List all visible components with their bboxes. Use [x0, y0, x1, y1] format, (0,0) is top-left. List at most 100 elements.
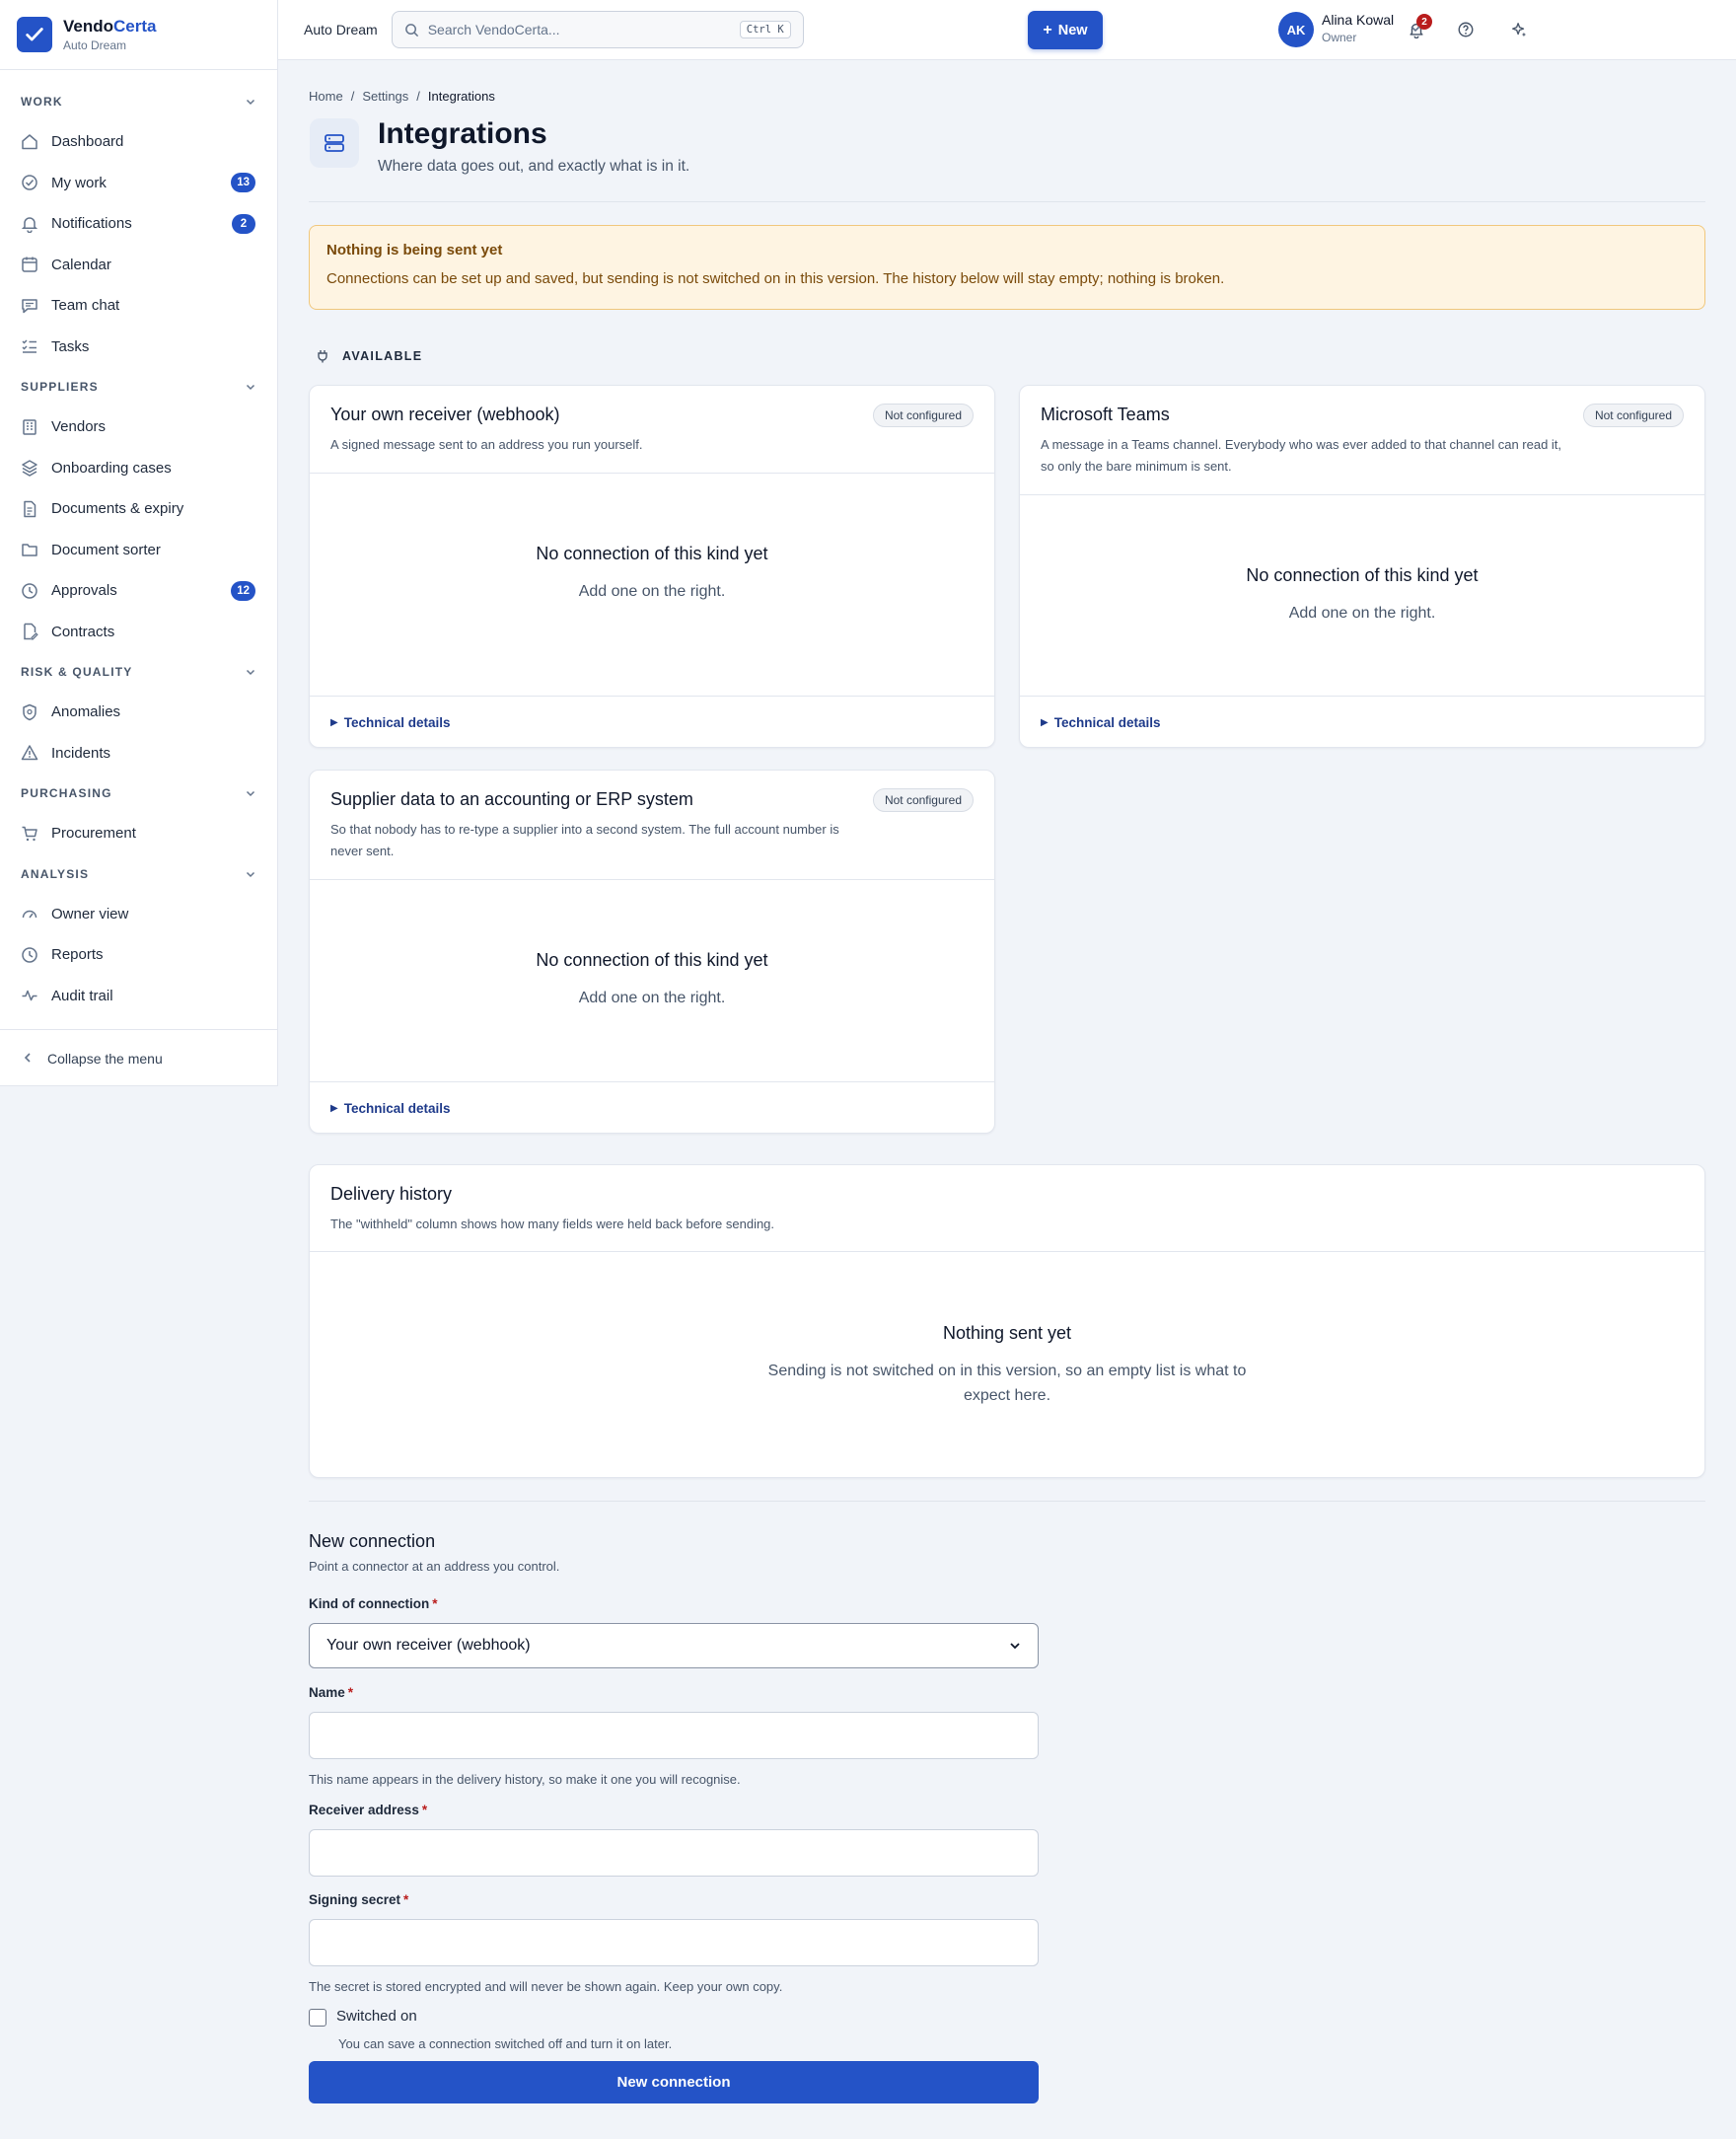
sidebar-item-label: Onboarding cases: [51, 459, 172, 477]
kind-select[interactable]: Your own receiver (webhook): [309, 1623, 1039, 1668]
nav-section-header[interactable]: SUPPLIERS: [21, 367, 256, 406]
clock-icon: [21, 946, 38, 964]
sidebar-item-tasks[interactable]: Tasks: [21, 327, 256, 368]
breadcrumb-home[interactable]: Home: [309, 89, 343, 104]
breadcrumb-separator: /: [350, 89, 355, 104]
kind-select-value: Your own receiver (webhook): [326, 1637, 531, 1654]
sidebar-item-document-sorter[interactable]: Document sorter: [21, 530, 256, 571]
sidebar-item-label: Reports: [51, 946, 104, 964]
clock-icon: [21, 582, 38, 600]
technical-details-toggle[interactable]: ▶ Technical details: [1041, 715, 1161, 730]
chevron-down-icon: [245, 787, 256, 799]
assistant-button[interactable]: [1507, 18, 1531, 41]
empty-state-subtitle: Add one on the right.: [1288, 605, 1436, 622]
sidebar-item-onboarding-cases[interactable]: Onboarding cases: [21, 448, 256, 489]
help-icon: [1457, 21, 1475, 38]
sidebar-item-team-chat[interactable]: Team chat: [21, 285, 256, 327]
signing-secret-label: Signing secret *: [309, 1892, 409, 1907]
breadcrumb-settings[interactable]: Settings: [362, 89, 408, 104]
user-menu[interactable]: Alina Kowal Owner: [1322, 12, 1394, 44]
sidebar-item-procurement[interactable]: Procurement: [21, 813, 256, 854]
sidebar-item-approvals[interactable]: Approvals 12: [21, 570, 256, 612]
switched-on-checkbox[interactable]: [309, 2009, 326, 2027]
nav-section: ANALYSIS Owner view Reports Audit trail: [0, 854, 277, 1017]
layers-icon: [21, 459, 38, 478]
sidebar-item-label: Owner view: [51, 905, 129, 922]
sidebar-item-label: Approvals: [51, 582, 117, 600]
empty-state-title: Nothing sent yet: [942, 1323, 1072, 1343]
warning-banner-text: Connections can be set up and saved, but…: [326, 270, 1225, 287]
form-title: New connection: [309, 1531, 436, 1551]
cart-icon: [21, 825, 38, 843]
sidebar-item-notifications[interactable]: Notifications 2: [21, 203, 256, 245]
nav-section: WORK Dashboard My work 13 Notifications 2 Cale…: [0, 82, 277, 367]
sidebar-item-label: Calendar: [51, 256, 111, 273]
sidebar-item-reports[interactable]: Reports: [21, 934, 256, 976]
name-input[interactable]: [309, 1712, 1039, 1759]
status-badge: Not configured: [1582, 404, 1684, 427]
sidebar-item-owner-view[interactable]: Owner view: [21, 894, 256, 935]
empty-state: No connection of this kind yet Add one o…: [1020, 565, 1704, 626]
document-icon: [21, 500, 38, 518]
sidebar-item-label: Documents & expiry: [51, 500, 184, 518]
switched-on-label[interactable]: Switched on: [336, 2008, 417, 2025]
nav-section-header[interactable]: ANALYSIS: [21, 854, 256, 894]
nav-section-header[interactable]: RISK & QUALITY: [21, 652, 256, 692]
connector-description: A message in a Teams channel. Everybody …: [1041, 437, 1562, 474]
card-divider: [310, 1081, 994, 1082]
status-badge: Not configured: [872, 788, 974, 812]
sidebar-item-anomalies[interactable]: Anomalies: [21, 692, 256, 733]
avatar[interactable]: AK: [1278, 12, 1314, 47]
chat-icon: [21, 297, 38, 315]
count-badge: 2: [232, 213, 255, 234]
form-subtitle: Point a connector at an address you cont…: [309, 1559, 560, 1574]
triangle-right-icon: ▶: [330, 1103, 338, 1114]
sidebar-item-label: Team chat: [51, 297, 120, 315]
sidebar-item-dashboard[interactable]: Dashboard: [21, 121, 256, 163]
folder-icon: [21, 541, 38, 558]
technical-details-toggle[interactable]: ▶ Technical details: [330, 1101, 451, 1116]
sidebar-item-label: My work: [51, 174, 107, 191]
sidebar-item-my-work[interactable]: My work 13: [21, 163, 256, 204]
chevron-down-icon: [245, 868, 256, 880]
search-shortcut: Ctrl K: [739, 21, 791, 38]
breadcrumb-current: Integrations: [427, 89, 495, 104]
sidebar-item-incidents[interactable]: Incidents: [21, 733, 256, 774]
sidebar-item-audit-trail[interactable]: Audit trail: [21, 976, 256, 1017]
sidebar-item-contracts[interactable]: Contracts: [21, 612, 256, 653]
search-input[interactable]: Search VendoCerta... Ctrl K: [391, 11, 804, 48]
nav-section-header[interactable]: WORK: [21, 82, 256, 121]
search-icon: [404, 23, 419, 37]
signing-secret-input[interactable]: [309, 1919, 1039, 1966]
nav-section-header[interactable]: PURCHASING: [21, 774, 256, 813]
delivery-history-empty-state: Nothing sent yet Sending is not switched…: [310, 1323, 1704, 1408]
nav-section-title: RISK & QUALITY: [21, 665, 133, 679]
collapse-menu-button[interactable]: Collapse the menu: [0, 1029, 277, 1086]
help-button[interactable]: [1454, 18, 1478, 41]
connector-description: So that nobody has to re-type a supplier…: [330, 822, 839, 858]
server-icon: [310, 118, 359, 168]
status-badge: Not configured: [872, 404, 974, 427]
sidebar-item-vendors[interactable]: Vendors: [21, 406, 256, 448]
sidebar-item-calendar[interactable]: Calendar: [21, 245, 256, 286]
plug-icon: [317, 349, 328, 363]
brand[interactable]: VendoCerta Auto Dream: [0, 0, 277, 70]
card-divider: [1020, 696, 1704, 697]
delivery-history-card: Delivery history The "withheld" column s…: [309, 1164, 1705, 1478]
sidebar-item-documents-expiry[interactable]: Documents & expiry: [21, 488, 256, 530]
sidebar-item-label: Tasks: [51, 337, 90, 355]
shield-icon: [21, 703, 38, 721]
new-button[interactable]: + New: [1028, 11, 1103, 49]
chevron-down-icon[interactable]: [1409, 22, 1422, 39]
activity-icon: [21, 987, 38, 1004]
receiver-address-label: Receiver address *: [309, 1803, 428, 1817]
kind-label: Kind of connection *: [309, 1596, 438, 1611]
sidebar-nav: WORK Dashboard My work 13 Notifications 2 Cale…: [0, 70, 277, 1016]
receiver-address-input[interactable]: [309, 1829, 1039, 1877]
technical-details-toggle[interactable]: ▶ Technical details: [330, 715, 451, 730]
connector-card-erp: Supplier data to an accounting or ERP sy…: [309, 770, 995, 1134]
chevron-down-icon: [1009, 1640, 1021, 1652]
new-connection-submit-button[interactable]: New connection: [309, 2061, 1039, 2103]
available-heading: AVAILABLE: [317, 349, 422, 363]
warning-banner-title: Nothing is being sent yet: [326, 242, 503, 258]
